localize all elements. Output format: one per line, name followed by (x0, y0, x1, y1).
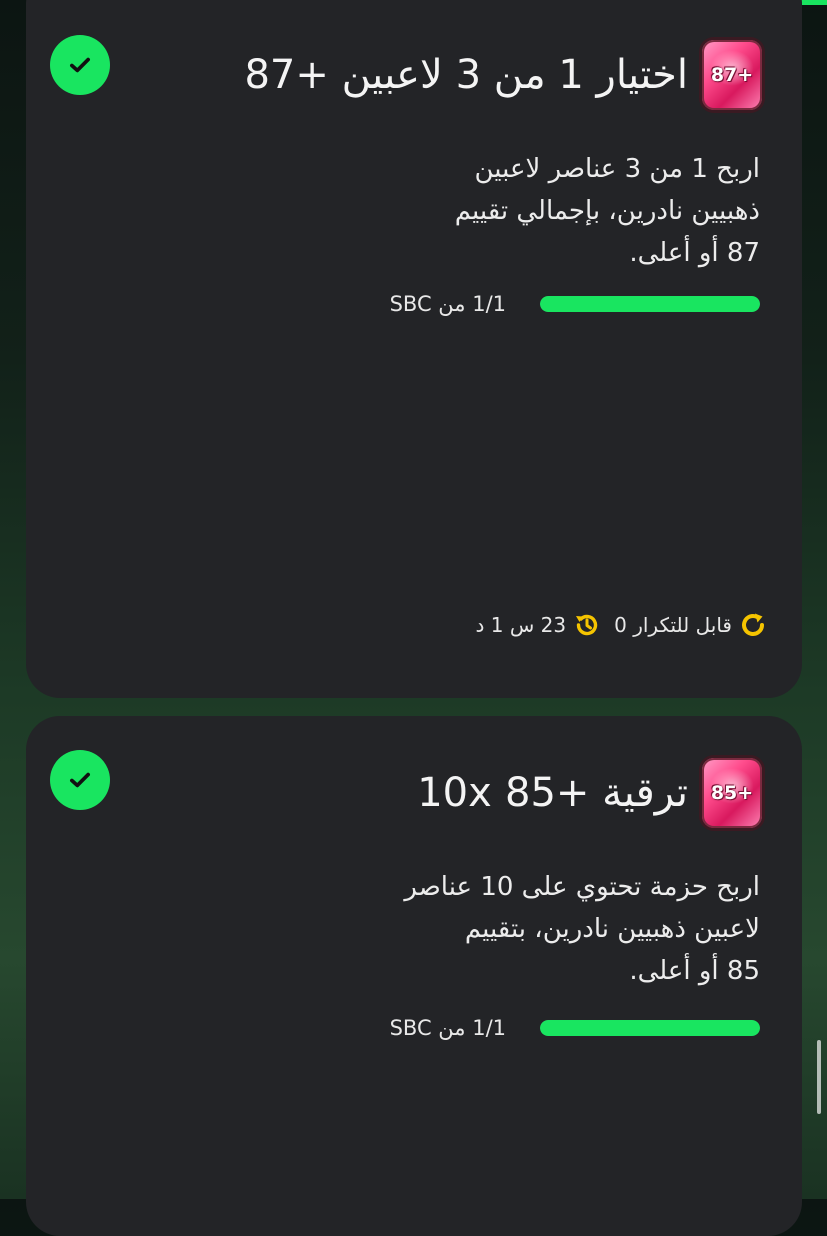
progress-bar (540, 296, 760, 312)
pack-icon: 85+ (702, 758, 762, 828)
scrollbar[interactable] (817, 1040, 821, 1114)
repeat-icon (738, 610, 768, 640)
progress-bar (540, 1020, 760, 1036)
pack-rating-badge: 87+ (710, 64, 754, 86)
card-title-row: 85+ ترقية +85 10x (417, 758, 762, 828)
sbc-card-87-pick[interactable]: 87+ اختيار 1 من 3 لاعبين +87 اربح 1 من 3… (26, 0, 802, 698)
sbc-progress-row: 1/1 من SBC (390, 292, 760, 316)
repeatable-info: قابل للتكرار 0 (614, 610, 768, 640)
progress-fill (540, 296, 760, 312)
pack-rating-badge: 85+ (710, 782, 754, 804)
progress-text: 1/1 من SBC (389, 1016, 506, 1040)
description-line: اربح 1 من 3 عناصر لاعبين (474, 154, 760, 184)
description-line: لاعبين ذهبيين نادرين، بتقييم (464, 914, 760, 944)
card-footer: قابل للتكرار 0 23 س 1 د (476, 610, 768, 640)
card-description: اربح 1 من 3 عناصر لاعبين ذهبيين نادرين، … (380, 148, 760, 274)
progress-text: 1/1 من SBC (389, 292, 506, 316)
pack-icon: 87+ (702, 40, 762, 110)
completed-check-icon (50, 35, 110, 95)
card-title-row: 87+ اختيار 1 من 3 لاعبين +87 (244, 40, 762, 110)
description-line: اربح حزمة تحتوي على 10 عناصر (404, 872, 760, 902)
description-line: 87 أو أعلى. (629, 238, 760, 268)
timer-info: 23 س 1 د (476, 610, 603, 640)
completed-check-icon (50, 750, 110, 810)
card-description: اربح حزمة تحتوي على 10 عناصر لاعبين ذهبي… (380, 866, 760, 992)
sbc-card-85-upgrade[interactable]: 85+ ترقية +85 10x اربح حزمة تحتوي على 10… (26, 716, 802, 1236)
repeatable-label: قابل للتكرار 0 (614, 613, 732, 637)
description-line: ذهبيين نادرين، بإجمالي تقييم (454, 196, 760, 226)
progress-fill (540, 1020, 760, 1036)
card-title: ترقية +85 10x (417, 770, 688, 816)
timer-label: 23 س 1 د (475, 613, 567, 637)
description-line: 85 أو أعلى. (629, 956, 760, 986)
history-clock-icon (572, 610, 602, 640)
sbc-progress-row: 1/1 من SBC (390, 1016, 760, 1040)
card-title: اختيار 1 من 3 لاعبين +87 (244, 52, 688, 98)
